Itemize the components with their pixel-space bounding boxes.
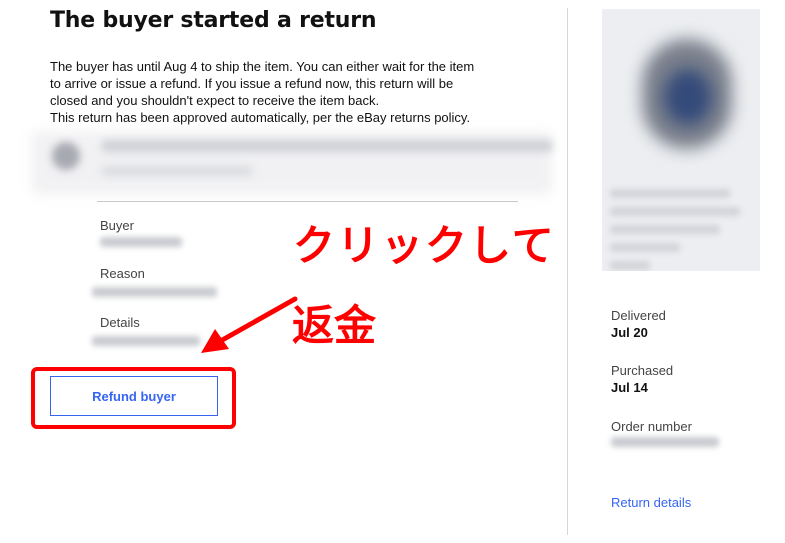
buyer-label: Buyer	[100, 218, 134, 233]
divider	[97, 201, 518, 202]
annotation-arrow-icon	[201, 296, 298, 353]
item-caption-redacted	[610, 189, 730, 198]
item-subtitle-redacted	[102, 166, 252, 176]
delivered-label: Delivered	[611, 308, 666, 323]
item-price-redacted	[610, 261, 650, 270]
order-number-redacted	[611, 437, 719, 447]
column-divider	[567, 8, 568, 535]
refund-buyer-button[interactable]: Refund buyer	[50, 376, 218, 416]
page-title: The buyer started a return	[50, 8, 377, 33]
item-caption-redacted	[610, 225, 720, 234]
item-caption-redacted	[610, 207, 740, 216]
details-value-redacted	[92, 336, 200, 346]
return-description: The buyer has until Aug 4 to ship the it…	[50, 58, 520, 126]
description-line: The buyer has until Aug 4 to ship the it…	[50, 59, 475, 74]
reason-label: Reason	[100, 266, 145, 281]
item-caption-redacted	[610, 243, 680, 252]
item-thumbnail	[52, 142, 80, 170]
description-line: closed and you shouldn't expect to recei…	[50, 93, 380, 108]
purchased-label: Purchased	[611, 363, 674, 378]
order-number-label: Order number	[611, 419, 692, 434]
image-subject-detail	[664, 69, 712, 125]
item-image-blurred	[602, 9, 760, 271]
purchased-date: Jul 14	[611, 380, 648, 395]
buyer-value-redacted	[100, 237, 182, 247]
item-summary-blurred	[32, 132, 552, 194]
details-label: Details	[100, 315, 140, 330]
delivered-date: Jul 20	[611, 325, 648, 340]
description-line: to arrive or issue a refund. If you issu…	[50, 76, 454, 91]
return-details-link[interactable]: Return details	[611, 495, 691, 510]
item-title-redacted	[102, 140, 552, 152]
annotation-click-text: クリックして	[293, 221, 556, 270]
description-line: This return has been approved automatica…	[50, 110, 471, 125]
